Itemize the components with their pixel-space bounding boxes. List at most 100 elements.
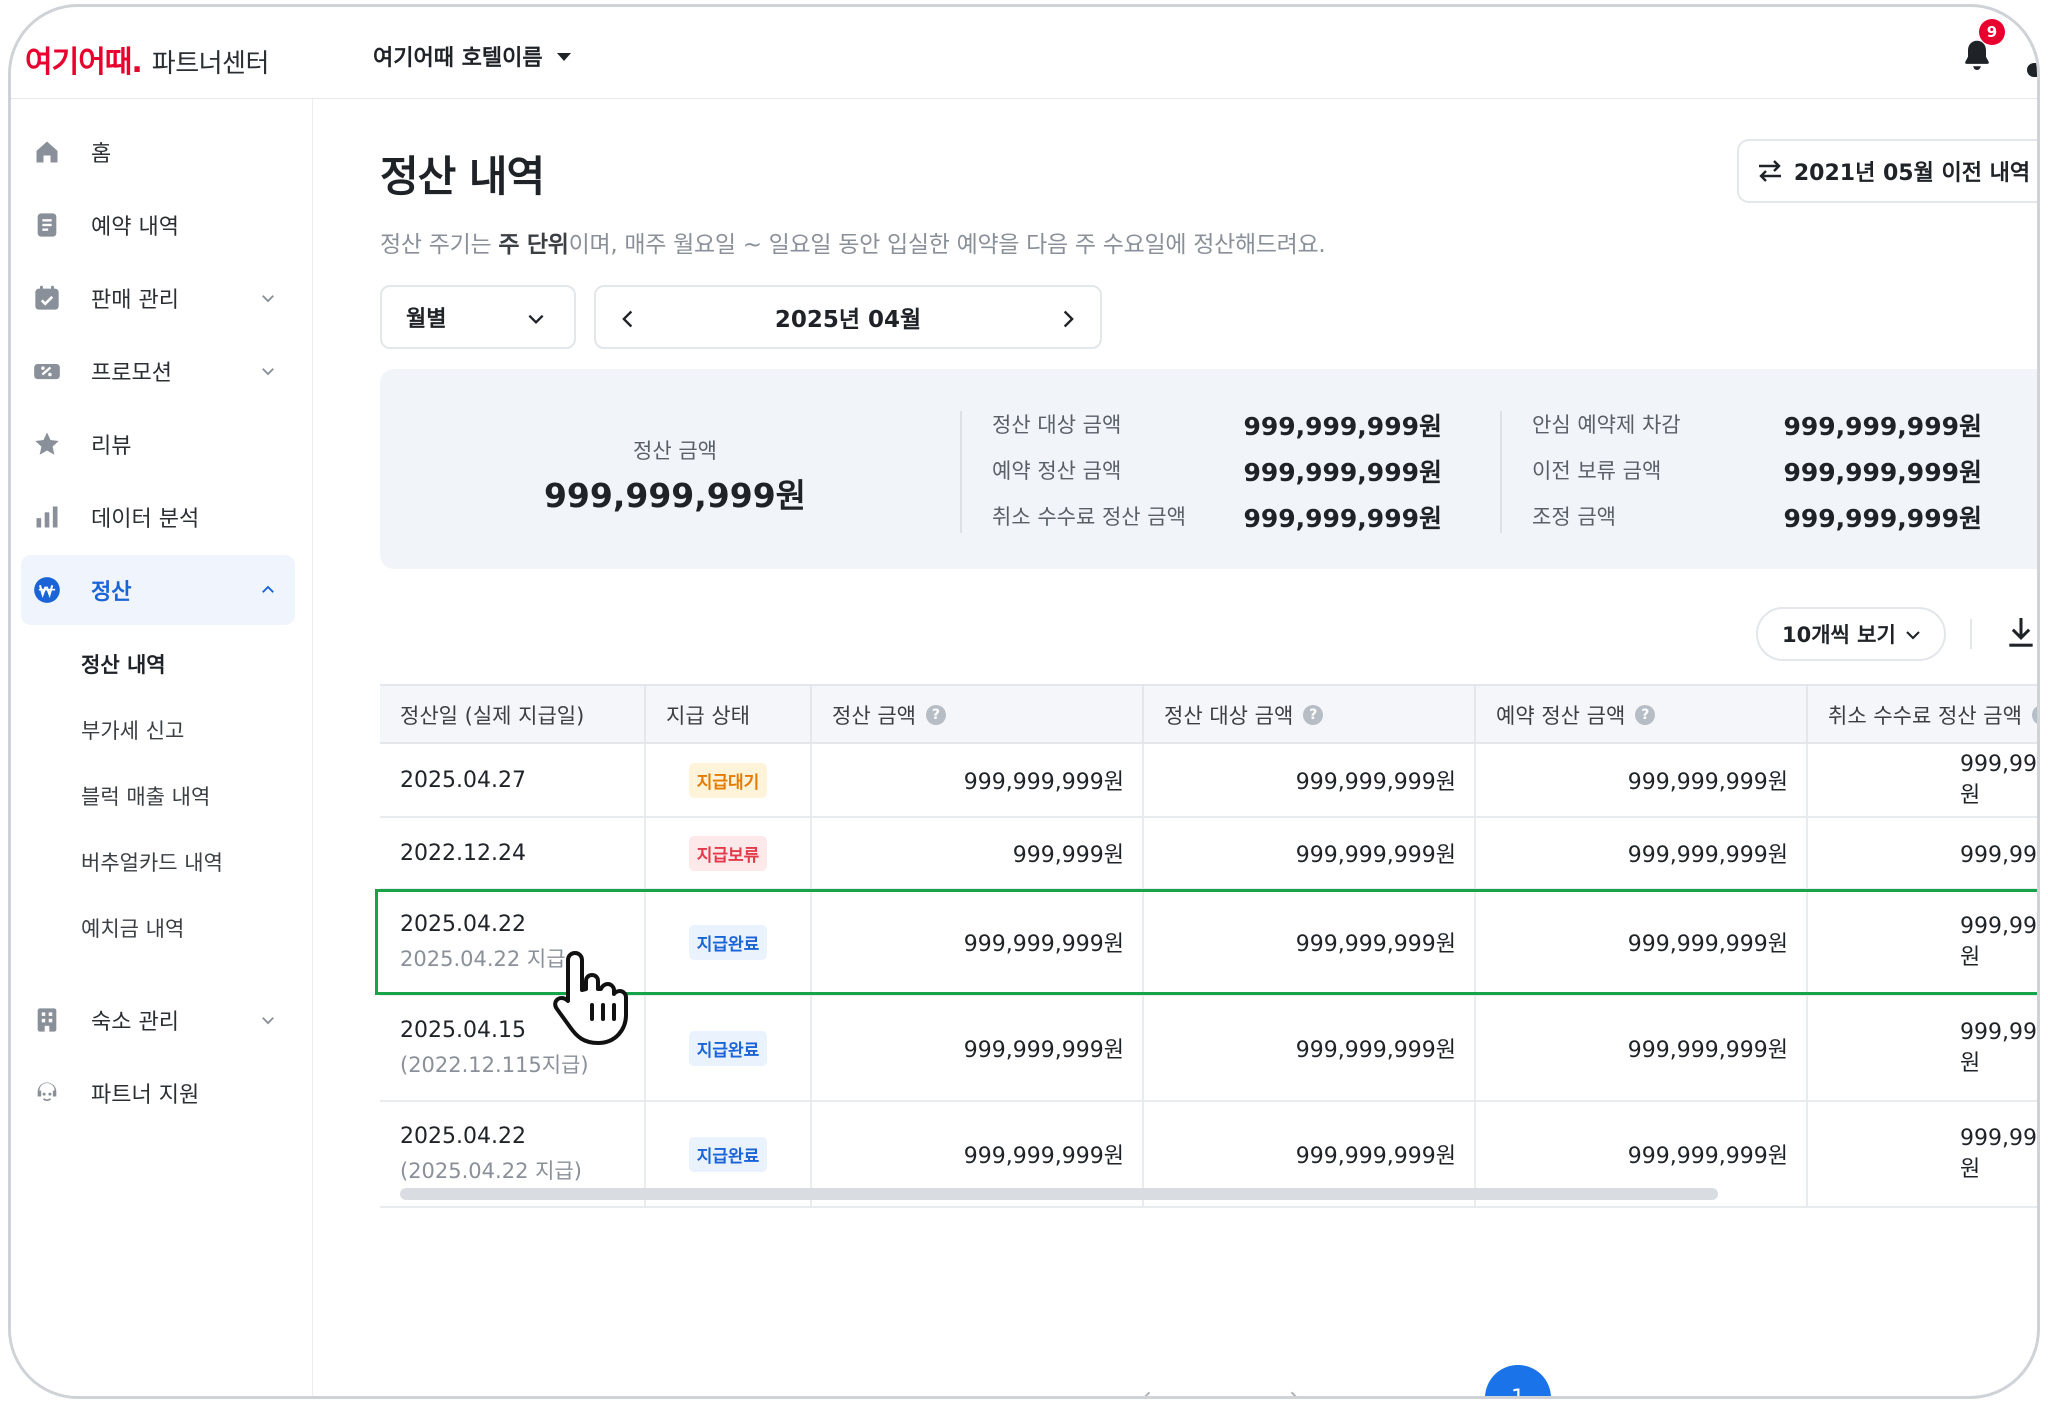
chevron-down-icon [262, 368, 274, 376]
status-badge: 지급대기 [688, 762, 768, 798]
status-badge: 지급완료 [688, 924, 768, 960]
sidebar-item-label: 데이터 분석 [91, 507, 200, 532]
chevron-left-icon[interactable] [618, 309, 638, 329]
month-navigator: 2025년 04월 [594, 285, 1102, 349]
page-number-current[interactable]: 1 [1485, 1365, 1551, 1396]
per-page-select[interactable]: 10개씩 보기 [1756, 607, 1946, 661]
column-header-label: 예약 정산 금액 [1496, 704, 1626, 728]
support-icon [37, 1082, 57, 1102]
summary-value: 999,999,999원 [1783, 458, 1982, 487]
column-header: 정산 대상 금액? [1142, 686, 1474, 744]
summary-value: 999,999,999원 [1243, 458, 1442, 487]
summary-label: 취소 수수료 정산 금액 [992, 505, 1186, 529]
sidebar-subitem-vat[interactable]: 부가세 신고 [81, 715, 184, 745]
summary-value: 999,999,999원 [1243, 412, 1442, 441]
amount-cell: 999,999원 [1806, 818, 2037, 888]
status-badge: 지급보류 [688, 835, 768, 871]
help-icon[interactable]: ? [2031, 705, 2037, 725]
calendar-icon [35, 285, 59, 310]
sidebar-item-label: 파트너 지원 [91, 1083, 200, 1108]
amount-cell: 999,999,999원 [810, 890, 1142, 994]
sidebar-subitem-deposit[interactable]: 예치금 내역 [81, 913, 184, 943]
table-row[interactable]: 2025.04.27 지급대기 999,999,999원 999,999,999… [380, 744, 2037, 818]
period-select[interactable]: 월별 [380, 285, 576, 349]
amount-cell: 999,999,999원 [1142, 996, 1474, 1100]
chevron-right-icon[interactable] [1058, 309, 1078, 329]
brand-logo[interactable]: 여기어때. 파트너센터 [25, 37, 269, 80]
home-icon [36, 141, 58, 163]
sidebar-item-analytics[interactable]: 데이터 분석 [21, 482, 295, 552]
help-icon[interactable]: ? [925, 705, 946, 725]
summary-divider [1500, 411, 1502, 533]
sidebar-item-reservations[interactable]: 예약 내역 [21, 190, 295, 260]
sidebar-item-home[interactable]: 홈 [21, 117, 295, 187]
sidebar-item-sales[interactable]: 판매 관리 [21, 263, 295, 333]
chevron-left-icon[interactable] [1137, 1387, 1157, 1399]
summary-label: 예약 정산 금액 [992, 459, 1122, 483]
sidebar: 홈 예약 내역 판매 관리 프로모션 리뷰 데이터 분석 정산 정산 내역 부가… [11, 99, 313, 1396]
summary-label: 이전 보류 금액 [1532, 459, 1662, 483]
star-icon [35, 432, 59, 455]
column-header-label: 정산 대상 금액 [1164, 704, 1294, 728]
status-cell: 지급보류 [644, 818, 810, 888]
date-cell: 2025.04.27 [380, 744, 644, 816]
sidebar-item-review[interactable]: 리뷰 [21, 409, 295, 479]
per-page-value: 10개씩 보기 [1782, 623, 1896, 647]
amount-cell: 999,999,999원 [1806, 1102, 2037, 1206]
subtitle-text-post: 이며, 매주 월요일 ~ 일요일 동안 입실한 예약을 다음 주 수요일에 정산… [568, 232, 1326, 258]
sidebar-item-label: 정산 [91, 580, 132, 605]
page-title: 정산 내역 [380, 152, 545, 201]
sidebar-item-label: 리뷰 [91, 434, 132, 459]
sidebar-item-settlement[interactable]: 정산 [21, 555, 295, 625]
previous-history-button[interactable]: 2021년 05월 이전 내역 [1737, 139, 2037, 203]
summary-label: 조정 금액 [1532, 505, 1616, 529]
amount-cell: 999,999,999원 [810, 744, 1142, 816]
sidebar-subitem-settlement-history[interactable]: 정산 내역 [81, 649, 166, 679]
sidebar-item-label: 홈 [91, 142, 112, 167]
toolbar-divider [1970, 619, 1972, 649]
column-header-label: 정산일 (실제 지급일) [400, 704, 585, 728]
sidebar-item-label: 예약 내역 [91, 215, 179, 240]
help-icon[interactable]: ? [1303, 705, 1324, 725]
sidebar-subitem-block-sales[interactable]: 블럭 매출 내역 [81, 781, 210, 811]
page-subtitle: 정산 주기는 주 단위이며, 매주 월요일 ~ 일요일 동안 입실한 예약을 다… [380, 225, 1326, 259]
bar-chart-icon [36, 506, 58, 528]
swap-icon [1758, 160, 1781, 182]
chevron-down-icon [262, 1017, 274, 1025]
chevron-down-icon [528, 314, 544, 324]
amount-cell: 999,999,999원 [1142, 890, 1474, 994]
column-header-label: 정산 금액 [832, 704, 916, 728]
chevron-right-icon[interactable] [1284, 1387, 1304, 1399]
logo-mark: 여기어때. [25, 45, 143, 80]
sidebar-item-partner-support[interactable]: 파트너 지원 [21, 1058, 295, 1128]
help-icon[interactable]: ? [1635, 705, 1656, 725]
status-cell: 지급완료 [644, 890, 810, 994]
settlement-date: 2022.12.24 [400, 840, 526, 866]
main-content: 정산 내역 정산 주기는 주 단위이며, 매주 월요일 ~ 일요일 동안 입실한… [314, 99, 2037, 1396]
settlement-date: 2025.04.27 [400, 767, 526, 793]
amount-cell: 999,999,999원 [1806, 744, 2037, 816]
building-icon [37, 1008, 57, 1032]
sidebar-item-label: 프로모션 [91, 361, 172, 386]
summary-value: 999,999,999원 [1243, 504, 1442, 533]
chevron-down-icon [262, 295, 274, 303]
summary-value: 999,999,999원 [1783, 412, 1982, 441]
sidebar-item-promotion[interactable]: 프로모션 [21, 336, 295, 406]
summary-value: 999,999,999원 [1783, 504, 1982, 533]
status-cell: 지급대기 [644, 744, 810, 816]
download-icon[interactable] [2007, 615, 2035, 649]
column-header-label: 취소 수수료 정산 금액 [1828, 704, 2022, 728]
sidebar-item-property[interactable]: 숙소 관리 [21, 985, 295, 1055]
sidebar-subitem-virtual-card[interactable]: 버추얼카드 내역 [81, 847, 223, 877]
table-row[interactable]: 2022.12.24 지급보류 999,999원 999,999,999원 99… [380, 818, 2037, 890]
column-header: 정산 금액? [810, 686, 1142, 744]
notification-badge: 9 [1979, 19, 2005, 45]
avatar-icon[interactable] [2027, 63, 2037, 77]
sidebar-item-label: 숙소 관리 [91, 1010, 179, 1035]
table-header: 정산일 (실제 지급일) 지급 상태 정산 금액? 정산 대상 금액? 예약 정… [380, 684, 2037, 744]
payment-date: 2025.04.22 지급 [400, 946, 566, 971]
caret-down-icon [556, 53, 571, 61]
table-scrollbar[interactable] [400, 1188, 1718, 1200]
hotel-selector[interactable]: 여기어때 호텔이름 [373, 40, 571, 72]
date-cell: 2022.12.24 [380, 818, 644, 888]
